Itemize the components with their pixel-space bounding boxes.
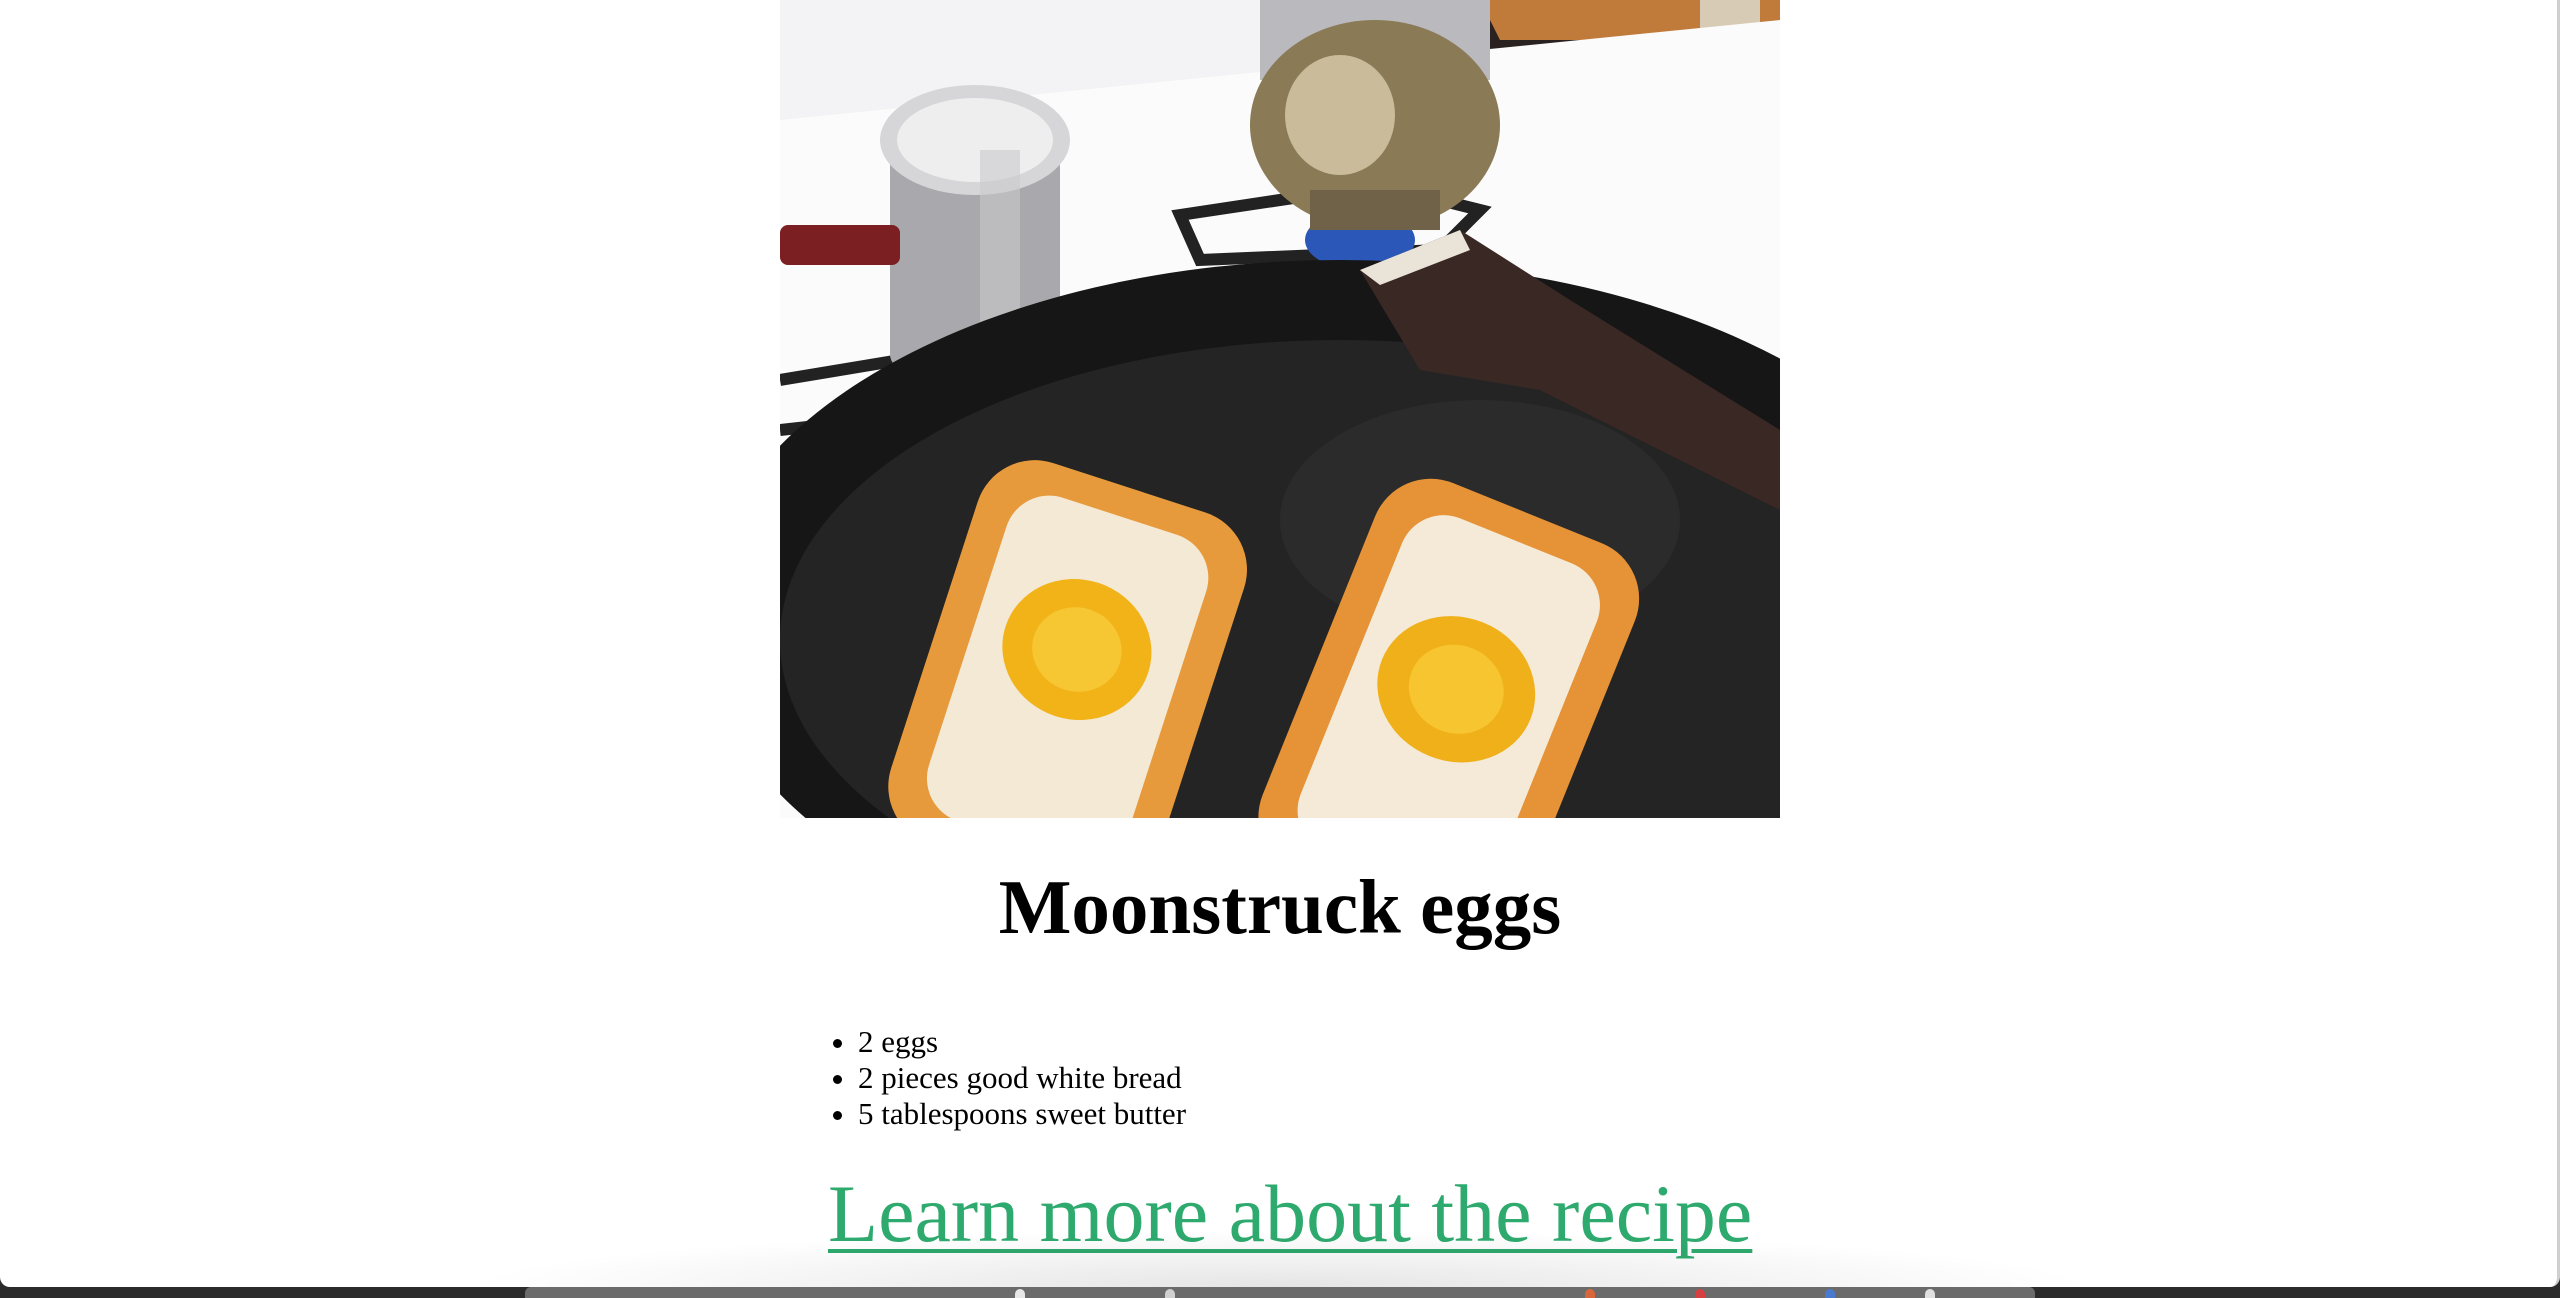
recipe-card: Moonstruck eggs 2 eggs 2 pieces good whi…	[780, 0, 1780, 1259]
ingredient-list: 2 eggs 2 pieces good white bread 5 table…	[780, 1024, 1186, 1132]
dock-app-icon[interactable]	[1585, 1289, 1595, 1298]
dock-app-icon[interactable]	[1825, 1289, 1835, 1298]
dock-app-icon[interactable]	[1695, 1289, 1705, 1298]
learn-more-link[interactable]: Learn more about the recipe	[828, 1164, 1752, 1264]
recipe-photo	[780, 0, 1780, 818]
ingredient-item: 5 tablespoons sweet butter	[858, 1096, 1186, 1132]
ingredient-item: 2 eggs	[858, 1024, 1186, 1060]
recipe-photo-illustration	[780, 0, 1780, 818]
dock-app-icon[interactable]	[1015, 1289, 1025, 1298]
ingredient-item: 2 pieces good white bread	[858, 1060, 1186, 1096]
dock-app-icon[interactable]	[1925, 1289, 1935, 1298]
macos-dock[interactable]	[525, 1287, 2035, 1298]
recipe-title: Moonstruck eggs	[998, 864, 1562, 950]
browser-viewport: Moonstruck eggs 2 eggs 2 pieces good whi…	[0, 0, 2560, 1287]
dock-app-icon[interactable]	[1165, 1289, 1175, 1298]
